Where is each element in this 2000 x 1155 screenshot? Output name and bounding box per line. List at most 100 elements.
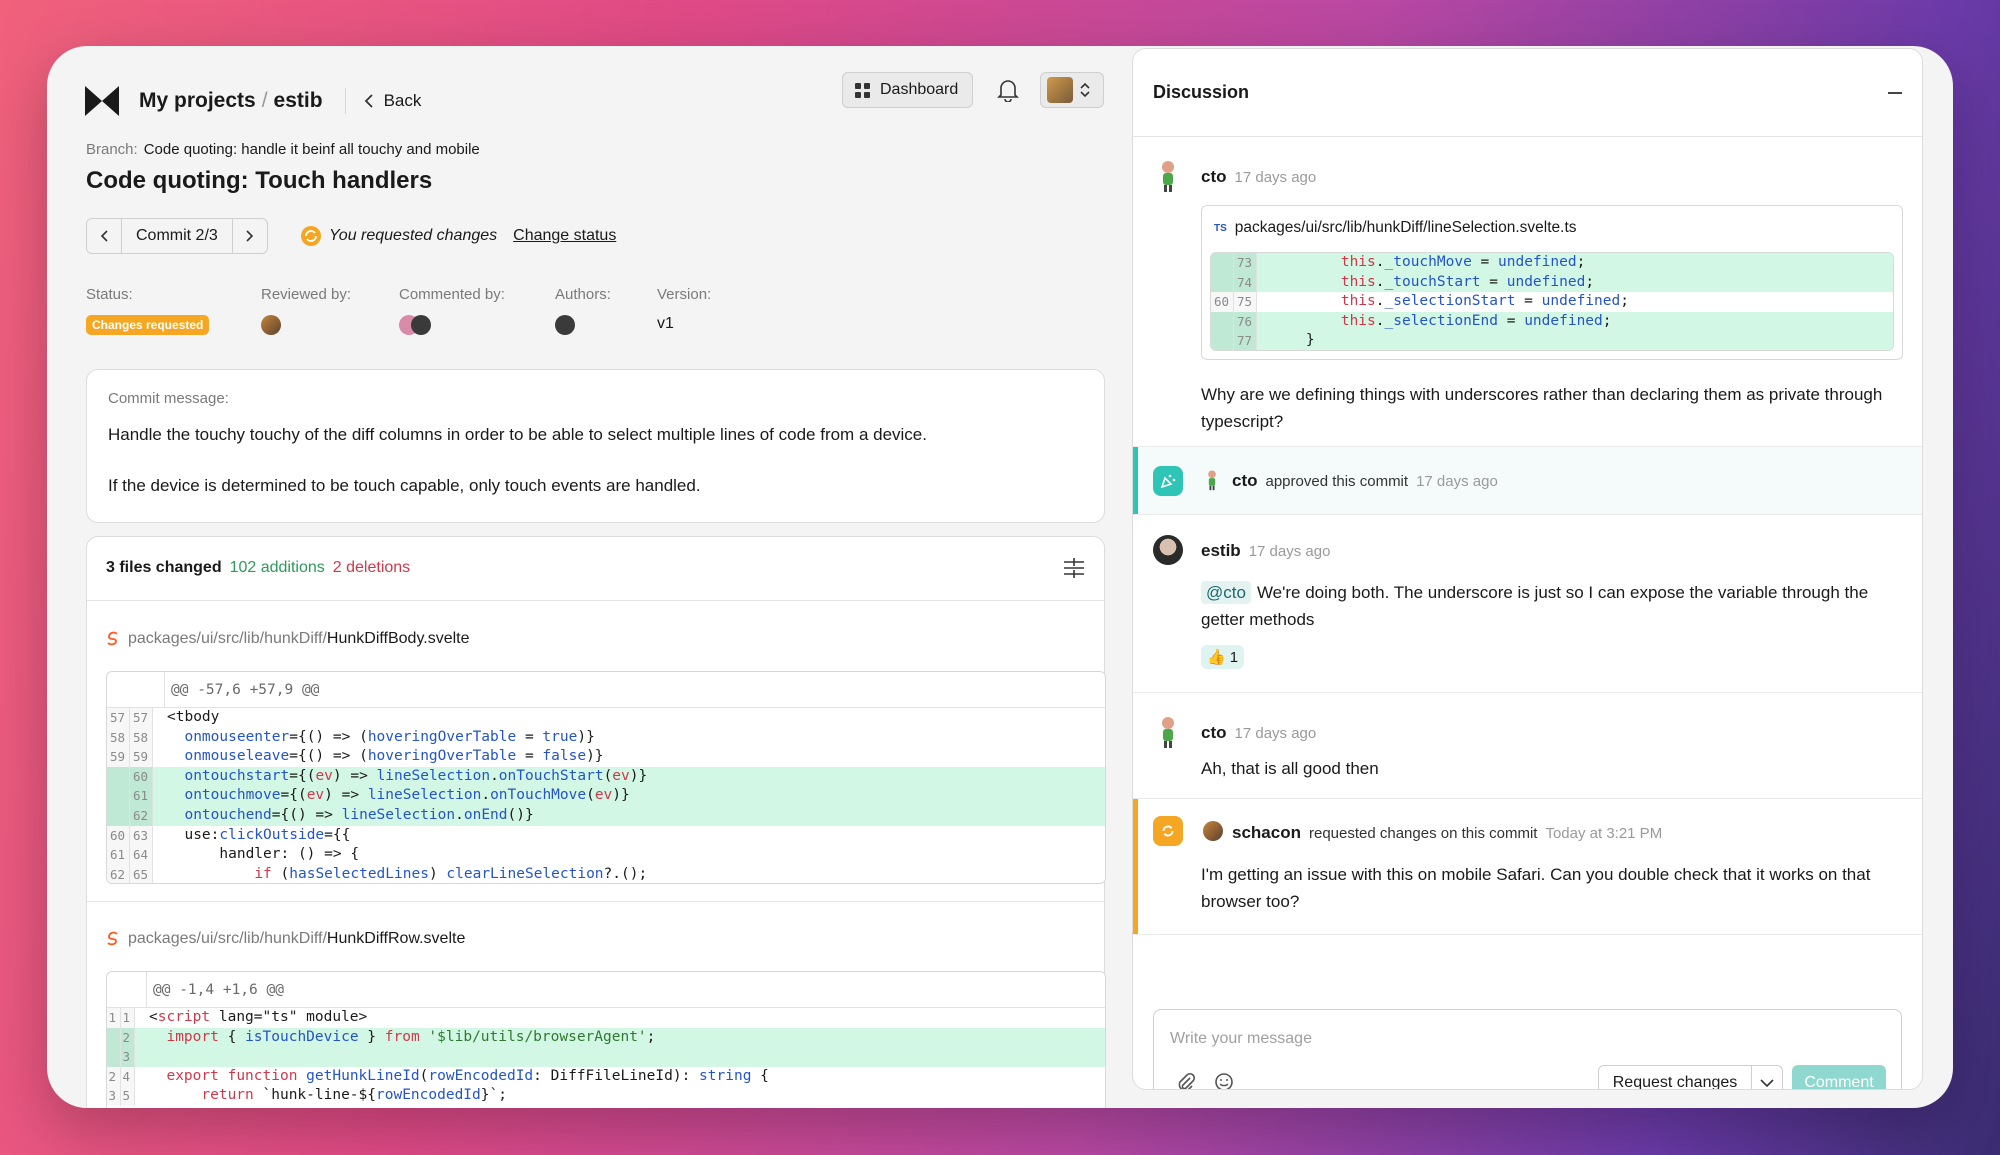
code-line-added[interactable]: 61 ontouchmove={(ev) => lineSelection.on… bbox=[107, 786, 1105, 806]
commit-message-line: If the device is determined to be touch … bbox=[108, 476, 701, 495]
file-name: HunkDiffRow.svelte bbox=[326, 930, 466, 947]
chevron-left-icon bbox=[364, 94, 373, 108]
reaction[interactable]: 👍 1 bbox=[1201, 645, 1245, 669]
commented-by-field: Commented by: bbox=[399, 286, 505, 340]
code-line[interactable]: 62 65 if (hasSelectedLines) clearLineSele… bbox=[107, 864, 1105, 883]
hunk-range: @@ -57,6 +57,9 @@ bbox=[171, 682, 320, 698]
svelte-icon bbox=[107, 631, 118, 646]
quote-file[interactable]: TS packages/ui/src/lib/hunkDiff/lineSele… bbox=[1214, 219, 1577, 237]
deletions-count: 2 deletions bbox=[332, 559, 411, 576]
commit-message-card: Commit message: Handle the touchy touchy… bbox=[86, 369, 1105, 523]
chevron-right-icon bbox=[246, 230, 253, 242]
collapse-all-icon[interactable] bbox=[1063, 557, 1085, 579]
avatar bbox=[1047, 77, 1073, 103]
change-status-link[interactable]: Change status bbox=[513, 227, 616, 245]
bell-icon[interactable] bbox=[997, 78, 1019, 102]
divider bbox=[87, 600, 1104, 601]
comment-text: Why are we defining things with undersco… bbox=[1201, 385, 1883, 431]
breadcrumb-root[interactable]: My projects bbox=[139, 89, 256, 113]
reaction-count: 1 bbox=[1229, 648, 1239, 666]
authors-field: Authors: bbox=[555, 286, 611, 340]
files-count: 3 files changed bbox=[106, 559, 222, 576]
file-path[interactable]: packages/ui/src/lib/hunkDiff/HunkDiffRow… bbox=[106, 930, 465, 948]
quote-file-path: packages/ui/src/lib/hunkDiff/lineSelecti… bbox=[1234, 219, 1577, 236]
code-line-added[interactable]: 3 bbox=[107, 1047, 1105, 1067]
comment-author[interactable]: cto bbox=[1201, 167, 1227, 186]
files-card: 3 files changed 102 additions 2 deletions … bbox=[86, 536, 1106, 1108]
attachment-icon[interactable] bbox=[1176, 1072, 1196, 1090]
back-button[interactable]: Back bbox=[364, 91, 422, 111]
avatar bbox=[1203, 821, 1223, 841]
avatar bbox=[1153, 535, 1183, 565]
hunk-header: @@ -1,4 +1,6 @@ bbox=[107, 972, 1105, 1008]
event-author[interactable]: schacon bbox=[1232, 823, 1301, 842]
review-type-dropdown[interactable] bbox=[1751, 1065, 1783, 1089]
back-label: Back bbox=[383, 91, 422, 110]
event-author[interactable]: cto bbox=[1232, 471, 1258, 490]
code-line[interactable]: 59 59 onmouseleave={() => (hoveringOverTa… bbox=[107, 747, 1105, 767]
code-line[interactable]: 35 return `hunk-line-${rowEncodedId}`; bbox=[107, 1086, 1105, 1106]
discussion-panel: Discussion cto 17 days ago TS packages/ui… bbox=[1132, 48, 1923, 1090]
mention[interactable]: @cto bbox=[1201, 581, 1251, 604]
prev-commit-button[interactable] bbox=[87, 219, 121, 253]
status-label: Status: bbox=[86, 286, 133, 303]
event-meta: cto approved this commit 17 days ago bbox=[1232, 471, 1498, 491]
code-quote: TS packages/ui/src/lib/hunkDiff/lineSele… bbox=[1201, 205, 1903, 360]
status-badge: Changes requested bbox=[86, 315, 210, 335]
diff-block: @@ -1,4 +1,6 @@ 1 1 <script lang="ts" modu… bbox=[106, 971, 1106, 1108]
accent-bar bbox=[1133, 799, 1138, 934]
code-line-added[interactable]: 2 import { isTouchDevice } from '$lib/ut… bbox=[107, 1027, 1105, 1048]
next-commit-button[interactable] bbox=[233, 219, 267, 253]
thumbs-up-icon: 👍 bbox=[1207, 649, 1226, 666]
reviewer-avatar[interactable] bbox=[261, 315, 281, 335]
comment-author[interactable]: cto bbox=[1201, 723, 1227, 742]
file-path[interactable]: packages/ui/src/lib/hunkDiff/HunkDiffBod… bbox=[106, 630, 470, 648]
code-line-added[interactable]: 62 ontouchend={() => lineSelection.onEnd… bbox=[107, 805, 1105, 826]
comment: cto 17 days ago Ah, that is all good then bbox=[1133, 693, 1922, 799]
commit-label: Commit 2/3 bbox=[121, 219, 233, 253]
chevron-down-icon bbox=[1760, 1079, 1774, 1087]
reviewed-by-field: Reviewed by: bbox=[261, 286, 351, 340]
comment-body: We're doing both. The underscore is just… bbox=[1201, 583, 1869, 629]
grid-icon bbox=[855, 82, 870, 98]
dashboard-button[interactable]: Dashboard bbox=[842, 72, 973, 108]
file-name: HunkDiffBody.svelte bbox=[326, 630, 470, 647]
approval-event: cto approved this commit 17 days ago bbox=[1133, 447, 1922, 515]
divider bbox=[344, 88, 346, 114]
status-field: Status: Changes requested bbox=[86, 286, 210, 335]
comment-time: 17 days ago bbox=[1234, 169, 1317, 186]
event-time: Today at 3:21 PM bbox=[1545, 825, 1663, 842]
comment-button[interactable]: Comment bbox=[1792, 1065, 1886, 1089]
author-avatar[interactable] bbox=[555, 315, 575, 335]
message-input[interactable]: Write your message bbox=[1170, 1030, 1312, 1048]
code-line-added[interactable]: 60 ontouchstart={(ev) => lineSelection.o… bbox=[107, 766, 1105, 787]
files-summary: 3 files changed 102 additions 2 deletions bbox=[106, 559, 410, 577]
changes-requested-icon bbox=[301, 226, 321, 246]
branch-info: Branch: Code quoting: handle it beinf all… bbox=[86, 141, 480, 158]
code-line[interactable]: 24 export function getHunkLineId(rowEnco… bbox=[107, 1066, 1105, 1087]
code-line[interactable]: 57 57 <tbody bbox=[107, 708, 1105, 728]
request-changes-button[interactable]: Request changes bbox=[1598, 1065, 1752, 1089]
approved-icon bbox=[1153, 466, 1183, 496]
commented-by-label: Commented by: bbox=[399, 286, 505, 303]
minimize-icon[interactable] bbox=[1888, 91, 1902, 94]
avatar bbox=[1162, 717, 1174, 748]
comment-author[interactable]: estib bbox=[1201, 541, 1241, 560]
event-action: approved this commit bbox=[1265, 473, 1409, 490]
review-status-text: You requested changes bbox=[329, 227, 498, 244]
comment-text: @cto We're doing both. The underscore is … bbox=[1201, 579, 1892, 633]
account-switcher[interactable] bbox=[1040, 72, 1104, 108]
code-line[interactable]: 61 64 handler: () => { bbox=[107, 845, 1105, 865]
commenter-avatar[interactable] bbox=[411, 315, 431, 335]
discussion-header: Discussion bbox=[1133, 49, 1922, 137]
breadcrumb-project[interactable]: estib bbox=[274, 89, 323, 113]
quoted-code: 73 this._touchMove = undefined; 74 this.… bbox=[1210, 252, 1894, 351]
emoji-icon[interactable] bbox=[1214, 1072, 1234, 1090]
hunk-header: @@ -57,6 +57,9 @@ bbox=[107, 672, 1105, 708]
code-line[interactable]: 1 1 <script lang="ts" module> bbox=[107, 1008, 1105, 1028]
changes-requested-event: schacon requested changes on this commit T… bbox=[1133, 799, 1922, 935]
app-logo-icon[interactable] bbox=[85, 86, 119, 116]
event-meta: schacon requested changes on this commit T… bbox=[1232, 823, 1662, 843]
code-line[interactable]: 58 58 onmouseenter={() => (hoveringOverTa… bbox=[107, 727, 1105, 748]
code-line[interactable]: 60 63 use:clickOutside={{ bbox=[107, 825, 1105, 846]
